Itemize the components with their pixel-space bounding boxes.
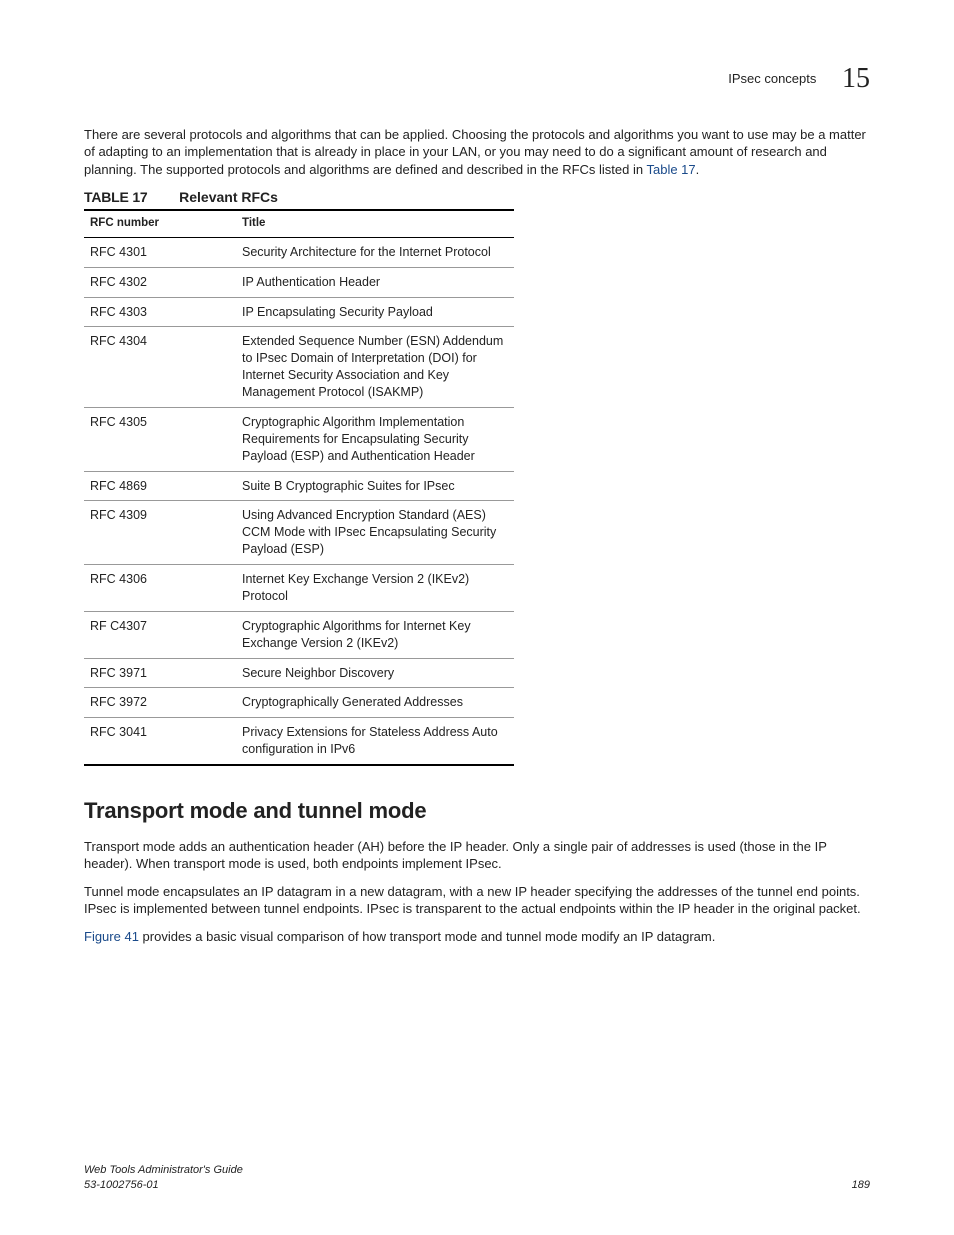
- table-header-row: RFC number Title: [84, 210, 514, 237]
- rfc-number-cell: RFC 4306: [84, 565, 236, 612]
- col-header-title: Title: [236, 210, 514, 237]
- table-row: RFC 4306Internet Key Exchange Version 2 …: [84, 565, 514, 612]
- section-heading-transport-tunnel: Transport mode and tunnel mode: [84, 796, 870, 826]
- table-row: RFC 4309Using Advanced Encryption Standa…: [84, 501, 514, 565]
- rfc-title-cell: Privacy Extensions for Stateless Address…: [236, 718, 514, 765]
- table-row: RFC 4869Suite B Cryptographic Suites for…: [84, 471, 514, 501]
- rfc-title-cell: Suite B Cryptographic Suites for IPsec: [236, 471, 514, 501]
- page-footer: Web Tools Administrator's Guide 53-10027…: [84, 1163, 870, 1193]
- relevant-rfcs-table: RFC number Title RFC 4301Security Archit…: [84, 209, 514, 766]
- table-row: RFC 4303IP Encapsulating Security Payloa…: [84, 297, 514, 327]
- rfc-title-cell: Cryptographic Algorithm Implementation R…: [236, 407, 514, 471]
- table-row: RFC 3972Cryptographically Generated Addr…: [84, 688, 514, 718]
- table-label: TABLE 17: [84, 189, 148, 205]
- rfc-title-cell: IP Authentication Header: [236, 267, 514, 297]
- rfc-title-cell: Cryptographically Generated Addresses: [236, 688, 514, 718]
- rfc-title-cell: Using Advanced Encryption Standard (AES)…: [236, 501, 514, 565]
- table-row: RFC 4301Security Architecture for the In…: [84, 237, 514, 267]
- running-header: IPsec concepts 15: [84, 60, 870, 98]
- header-chapter-number: 15: [842, 60, 870, 98]
- rfc-title-cell: IP Encapsulating Security Payload: [236, 297, 514, 327]
- col-header-rfc-number: RFC number: [84, 210, 236, 237]
- rfc-number-cell: RFC 4305: [84, 407, 236, 471]
- transport-mode-paragraph: Transport mode adds an authentication he…: [84, 838, 870, 873]
- figure-reference-paragraph: Figure 41 provides a basic visual compar…: [84, 928, 870, 946]
- figure-ref-tail: provides a basic visual comparison of ho…: [139, 929, 715, 944]
- rfc-title-cell: Cryptographic Algorithms for Internet Ke…: [236, 611, 514, 658]
- table-row: RFC 3971Secure Neighbor Discovery: [84, 658, 514, 688]
- table-row: RFC 4304Extended Sequence Number (ESN) A…: [84, 327, 514, 408]
- table-row: RFC 4305Cryptographic Algorithm Implemen…: [84, 407, 514, 471]
- rfc-number-cell: RFC 3972: [84, 688, 236, 718]
- rfc-number-cell: RFC 3971: [84, 658, 236, 688]
- rfc-number-cell: RFC 4302: [84, 267, 236, 297]
- tunnel-mode-paragraph: Tunnel mode encapsulates an IP datagram …: [84, 883, 870, 918]
- header-section-title: IPsec concepts: [728, 70, 816, 88]
- table-title: Relevant RFCs: [179, 189, 278, 205]
- page: IPsec concepts 15 There are several prot…: [0, 0, 954, 1235]
- rfc-title-cell: Security Architecture for the Internet P…: [236, 237, 514, 267]
- table-row: RFC 3041Privacy Extensions for Stateless…: [84, 718, 514, 765]
- rfc-number-cell: RFC 4303: [84, 297, 236, 327]
- intro-text: There are several protocols and algorith…: [84, 127, 866, 177]
- intro-paragraph: There are several protocols and algorith…: [84, 126, 870, 179]
- table-caption: TABLE 17 Relevant RFCs: [84, 188, 870, 207]
- rfc-number-cell: RFC 4309: [84, 501, 236, 565]
- table-row: RF C4307Cryptographic Algorithms for Int…: [84, 611, 514, 658]
- content-body: There are several protocols and algorith…: [84, 126, 870, 946]
- table-17-link[interactable]: Table 17: [646, 162, 695, 177]
- footer-doc-id: 53-1002756-01: [84, 1178, 243, 1193]
- rfc-number-cell: RFC 4304: [84, 327, 236, 408]
- footer-left: Web Tools Administrator's Guide 53-10027…: [84, 1163, 243, 1193]
- figure-41-link[interactable]: Figure 41: [84, 929, 139, 944]
- rfc-title-cell: Internet Key Exchange Version 2 (IKEv2) …: [236, 565, 514, 612]
- table-row: RFC 4302IP Authentication Header: [84, 267, 514, 297]
- footer-doc-title: Web Tools Administrator's Guide: [84, 1163, 243, 1178]
- rfc-number-cell: RF C4307: [84, 611, 236, 658]
- rfc-number-cell: RFC 3041: [84, 718, 236, 765]
- footer-page-number: 189: [852, 1178, 870, 1193]
- rfc-title-cell: Extended Sequence Number (ESN) Addendum …: [236, 327, 514, 408]
- rfc-number-cell: RFC 4301: [84, 237, 236, 267]
- intro-tail: .: [696, 162, 700, 177]
- rfc-title-cell: Secure Neighbor Discovery: [236, 658, 514, 688]
- rfc-number-cell: RFC 4869: [84, 471, 236, 501]
